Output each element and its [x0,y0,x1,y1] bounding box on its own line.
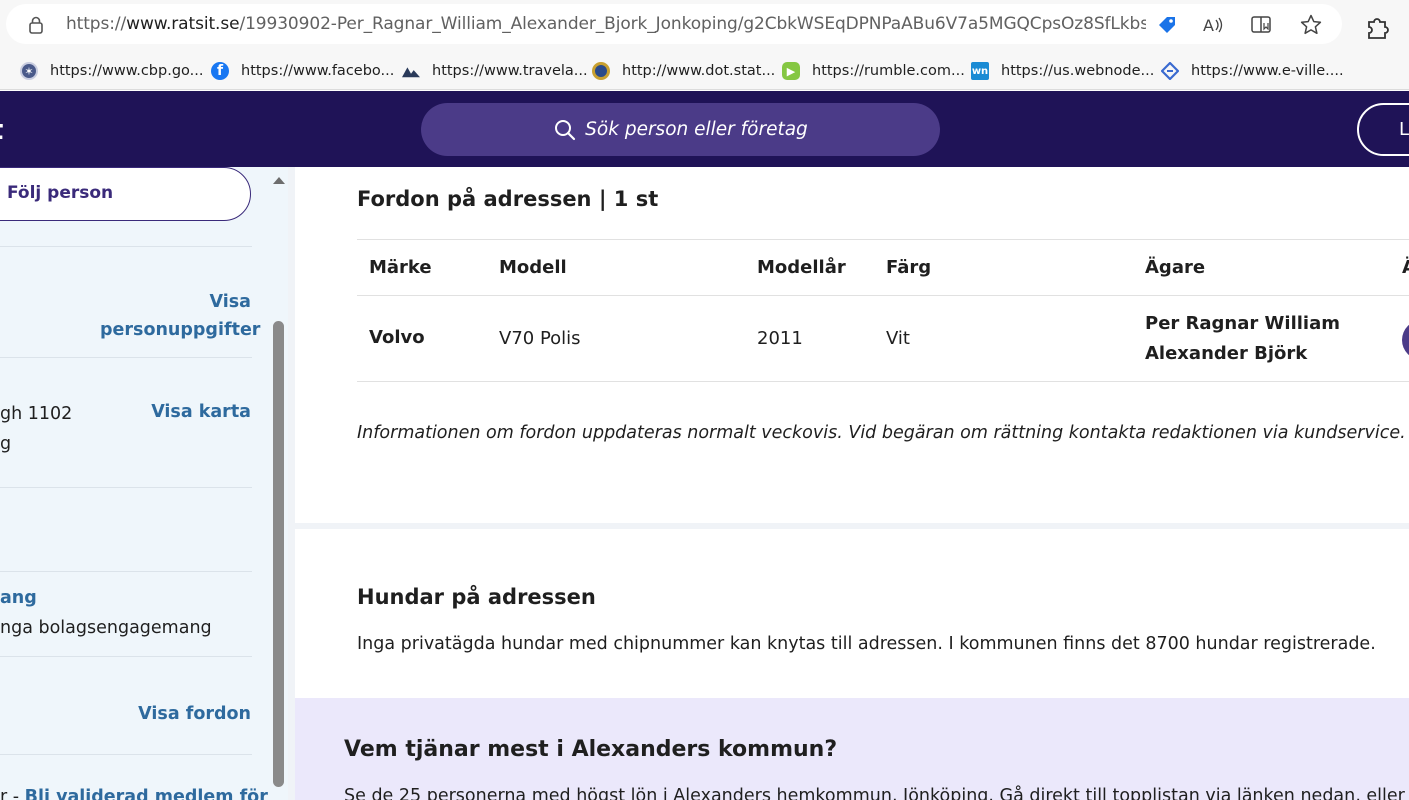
dogs-card [295,529,1409,698]
bookmark-label: http://www.dot.stat... [622,63,776,79]
url-host: www.ratsit.se [126,14,240,34]
address-line: gh 1102 [0,404,73,424]
column-header-color: Färg [886,257,932,278]
login-button[interactable]: L [1357,103,1409,156]
scroll-up-arrow-icon[interactable] [273,177,285,184]
top-earners-title: Vem tjänar mest i Alexanders kommun? [344,737,838,762]
url-path: /19930902-Per_Ragnar_William_Alexander_B… [239,14,1146,34]
top-earners-text: Se de 25 personerna med högst lön i Alex… [344,786,1405,800]
extensions-icon[interactable] [1364,12,1392,40]
column-header-brand: Märke [369,257,432,278]
scrollbar-thumb[interactable] [273,321,284,787]
eville-icon [1161,62,1179,80]
bookmarks-bar: ✶ https://www.cbp.go... f https://www.fa… [0,52,1409,90]
vehicle-color: Vit [886,328,910,349]
immersive-reader-icon[interactable] [1249,12,1275,38]
bookmark-item[interactable]: ✶ https://www.cbp.go... [20,58,203,84]
bookmark-item[interactable]: http://www.dot.stat... [592,58,775,84]
sidebar-divider [0,754,252,755]
rumble-icon: ▶ [782,62,800,80]
address-bar[interactable]: https://www.ratsit.se/19930902-Per_Ragna… [6,4,1342,44]
bookmark-item[interactable]: https://www.travela... [402,58,588,84]
vehicle-owner-line[interactable]: Per Ragnar William [1145,313,1340,334]
follow-person-button[interactable]: Följ person [0,167,251,221]
table-border [357,295,1409,296]
bookmark-label: https://www.travela... [432,63,588,79]
url-text[interactable]: https://www.ratsit.se/19930902-Per_Ragna… [66,4,1146,44]
tag-icon[interactable] [1154,12,1180,38]
search-icon [555,119,576,140]
favorite-star-icon[interactable] [1298,12,1324,38]
state-seal-icon [592,62,610,80]
webnode-icon: wn [971,62,989,80]
column-header-owner: Ägare [1145,257,1206,278]
search-placeholder: Sök person eller företag [585,119,808,140]
validation-prefix: r - [0,787,25,800]
bookmark-item[interactable]: https://www.e-ville.... [1161,58,1344,84]
bookmark-label: https://rumble.com... [812,63,965,79]
table-border [357,381,1409,382]
table-border [357,239,1409,240]
show-vehicles-link[interactable]: Visa fordon [100,700,251,728]
sidebar-divider [0,246,252,247]
lock-icon[interactable] [28,16,44,34]
show-personal-info-link[interactable]: Visa personuppgifter [100,288,260,344]
read-aloud-icon[interactable]: A [1200,12,1226,38]
vehicle-brand: Volvo [369,327,425,348]
url-prefix: https:// [66,14,127,34]
site-header: t Sök person eller företag L [0,91,1409,167]
validation-promo: r - Bli validerad medlem för [0,787,268,800]
person-sidebar: Följ person Visa personuppgifter gh 1102… [0,167,288,800]
sidebar-divider [0,357,252,358]
column-header-truncated: Ä [1402,257,1409,278]
browser-toolbar: https://www.ratsit.se/19930902-Per_Ragna… [0,0,1409,52]
dogs-text: Inga privatägda hundar med chipnummer ka… [357,634,1376,654]
engagement-label: ang [0,588,37,608]
bookmark-label: https://www.facebo... [241,63,395,79]
vehicles-title: Fordon på adressen | 1 st [357,187,659,211]
sidebar-scrollbar[interactable] [270,167,288,800]
sidebar-divider [0,487,252,488]
show-map-link[interactable]: Visa karta [150,398,251,426]
become-validated-link[interactable]: Bli validerad medlem för [25,787,268,800]
seal-icon: ✶ [20,62,38,80]
bookmark-item[interactable]: wn https://us.webnode... [971,58,1154,84]
search-bar[interactable]: Sök person eller företag [421,103,940,156]
bookmark-label: https://www.e-ville.... [1191,63,1344,79]
vehicle-model: V70 Polis [499,328,581,349]
address-line: g [0,434,12,454]
column-header-model: Modell [499,257,567,278]
mountain-icon [402,62,420,80]
vehicle-year: 2011 [757,328,803,349]
dogs-title: Hundar på adressen [357,585,596,609]
engagement-text: nga bolagsengagemang [0,618,212,638]
site-logo[interactable]: t [0,113,3,146]
bookmark-label: https://www.cbp.go... [50,63,204,79]
svg-text:A: A [1203,16,1214,35]
vehicles-note: Informationen om fordon uppdateras norma… [357,423,1406,443]
sidebar-divider [0,656,252,657]
bookmark-item[interactable]: ▶ https://rumble.com... [782,58,965,84]
bookmark-label: https://us.webnode... [1001,63,1155,79]
bookmark-item[interactable]: f https://www.facebo... [211,58,394,84]
column-header-year: Modellår [757,257,846,278]
sidebar-divider [0,571,252,572]
facebook-icon: f [211,62,229,80]
vehicle-owner-line[interactable]: Alexander Björk [1145,343,1307,364]
